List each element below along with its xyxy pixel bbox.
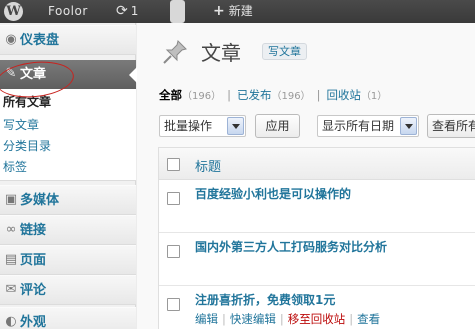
bulk-action-value: 批量操作: [164, 119, 213, 133]
add-new-post-button[interactable]: 写文章: [262, 43, 307, 60]
table-row: 注册喜折折，免费领取1元 编辑 | 快速编辑 | 移至回收站 | 查看: [159, 287, 475, 329]
posts-submenu: 所有文章 写文章 分类目录 标签: [0, 89, 136, 181]
action-separator: |: [349, 312, 354, 326]
appearance-icon: ◐: [5, 314, 17, 329]
filter-all[interactable]: 全部: [159, 88, 182, 102]
wordpress-logo-icon[interactable]: W: [4, 2, 23, 21]
post-title-link[interactable]: 百度经验小利也是可以操作的: [195, 185, 351, 202]
date-filter-select[interactable]: 显示所有日期: [317, 115, 419, 137]
plus-icon: +: [213, 3, 225, 19]
row-checkbox[interactable]: [167, 245, 180, 258]
date-filter-value: 显示所有日期: [322, 119, 395, 133]
filter-trash[interactable]: 回收站: [326, 88, 361, 102]
menu-dashboard-label: 仪表盘: [20, 33, 60, 48]
post-title-link[interactable]: 注册喜折折，免费领取1元: [195, 291, 335, 308]
menu-appearance[interactable]: ◐ 外观: [0, 307, 136, 329]
new-label: 新建: [228, 4, 253, 18]
filter-all-count: （196）: [182, 91, 222, 102]
view-all-select[interactable]: 查看所有: [427, 114, 475, 138]
menu-comments-label: 评论: [20, 283, 47, 298]
chevron-down-icon: [400, 117, 417, 135]
submenu-tags[interactable]: 标签: [3, 158, 27, 176]
speech-bubble-icon[interactable]: [170, 0, 185, 27]
post-title-link[interactable]: 国内外第三方人工打码服务对比分析: [195, 238, 387, 255]
admin-bar: W Foolor ⟳ 1 + 新建: [0, 0, 475, 27]
row-checkbox[interactable]: [167, 192, 180, 205]
action-separator: |: [279, 312, 284, 326]
menu-appearance-label: 外观: [20, 315, 47, 329]
new-content-button[interactable]: + 新建: [213, 0, 253, 23]
filter-separator: |: [227, 88, 231, 102]
edit-link[interactable]: 编辑: [195, 312, 218, 326]
comment-icon: ✉: [5, 282, 17, 297]
filter-trash-count: （1）: [360, 91, 388, 102]
menu-media-label: 多媒体: [20, 193, 60, 208]
table-header: 标题: [159, 148, 475, 180]
site-name-link[interactable]: Foolor: [48, 0, 88, 23]
table-row: 百度经验小利也是可以操作的: [159, 181, 475, 233]
main-content: 文章 写文章 全部（196） | 已发布（196） | 回收站（1） 批量操作 应用 显…: [137, 23, 475, 329]
title-column-header[interactable]: 标题: [195, 156, 221, 175]
quick-edit-link[interactable]: 快速编辑: [230, 312, 276, 326]
apply-button[interactable]: 应用: [255, 114, 300, 138]
menu-pages[interactable]: ▤ 页面: [0, 245, 136, 275]
filter-published-count: （196）: [271, 91, 311, 102]
menu-comments[interactable]: ✉ 评论: [0, 275, 136, 305]
row-actions: 编辑 | 快速编辑 | 移至回收站 | 查看: [195, 311, 380, 327]
menu-media[interactable]: ▣ 多媒体: [0, 185, 136, 215]
menu-links-label: 链接: [20, 223, 47, 238]
link-icon: ∞: [5, 222, 17, 237]
select-all-checkbox[interactable]: [167, 158, 180, 171]
posts-table: 标题 百度经验小利也是可以操作的 国内外第三方人工打码服务对比分析 注册喜折折，…: [158, 147, 475, 329]
bulk-action-select[interactable]: 批量操作: [159, 115, 246, 137]
media-icon: ▣: [4, 192, 18, 207]
chevron-down-icon: [227, 117, 244, 135]
refresh-icon: ⟳: [116, 3, 128, 19]
page-title: 文章: [201, 41, 241, 65]
dashboard-icon: ◉: [5, 32, 17, 47]
updates-count: 1: [130, 4, 139, 18]
table-row: 国内外第三方人工打码服务对比分析: [159, 234, 475, 286]
menu-pages-label: 页面: [20, 253, 47, 268]
trash-link[interactable]: 移至回收站: [288, 312, 346, 326]
view-link[interactable]: 查看: [357, 312, 380, 326]
filter-published[interactable]: 已发布: [237, 88, 272, 102]
status-filter-links: 全部（196） | 已发布（196） | 回收站（1）: [159, 87, 387, 103]
filter-separator: |: [316, 88, 321, 102]
submenu-categories[interactable]: 分类目录: [3, 137, 51, 155]
action-separator: |: [222, 312, 226, 326]
pushpin-icon: [163, 40, 187, 64]
menu-links[interactable]: ∞ 链接: [0, 215, 136, 245]
row-checkbox[interactable]: [167, 298, 180, 311]
page-icon: ▤: [4, 252, 18, 267]
submenu-add-new[interactable]: 写文章: [3, 116, 39, 134]
updates-button[interactable]: ⟳ 1: [116, 0, 138, 23]
menu-dashboard[interactable]: ◉ 仪表盘: [0, 25, 136, 55]
